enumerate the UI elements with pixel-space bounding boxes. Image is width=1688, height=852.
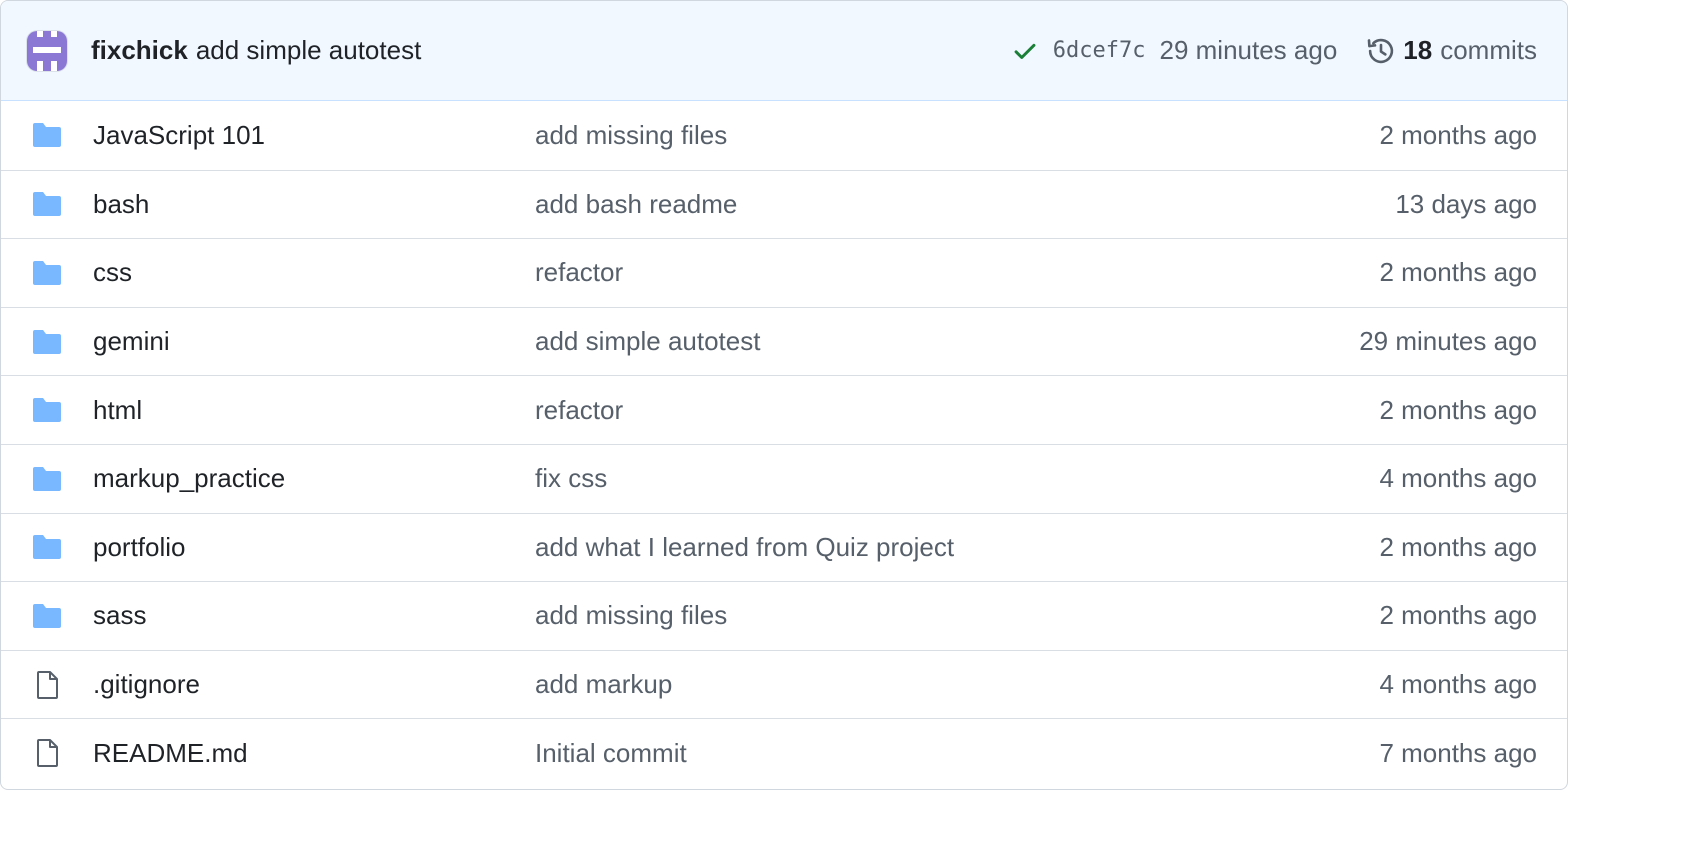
file-name[interactable]: sass [93,600,503,631]
file-commit-time: 7 months ago [1379,737,1537,768]
file-commit-time: 2 months ago [1379,257,1537,288]
file-commit-time: 2 months ago [1379,119,1537,150]
commit-time: 29 minutes ago [1159,35,1338,65]
file-row[interactable]: markup_practice fix css 4 months ago [1,443,1567,513]
file-commit-time: 4 months ago [1379,463,1537,494]
commit-message[interactable]: add simple autotest [196,35,421,66]
file-row[interactable]: JavaScript 101 add missing files 2 month… [1,101,1567,170]
file-commit-message[interactable]: refactor [535,395,623,426]
file-row[interactable]: .gitignore add markup 4 months ago [1,649,1567,719]
file-commit-time: 2 months ago [1379,531,1537,562]
commit-author[interactable]: fixchick [91,35,188,66]
folder-icon [31,600,63,632]
commit-sha[interactable]: 6dcef7c [1053,38,1146,63]
folder-icon [31,257,63,289]
author-avatar[interactable] [27,30,67,71]
file-commit-message[interactable]: Initial commit [535,738,687,769]
file-row[interactable]: bash add bash readme 13 days ago [1,169,1567,239]
file-commit-message[interactable]: add what I learned from Quiz project [535,532,954,563]
file-name[interactable]: README.md [93,738,503,769]
history-icon [1365,35,1397,67]
folder-icon [31,394,63,426]
file-name[interactable]: .gitignore [93,669,503,700]
file-commit-time: 13 days ago [1395,188,1537,219]
file-commit-message[interactable]: refactor [535,257,623,288]
folder-icon [31,119,63,151]
file-name[interactable]: css [93,257,503,288]
file-row[interactable]: portfolio add what I learned from Quiz p… [1,512,1567,582]
file-commit-message[interactable]: add missing files [535,600,727,631]
folder-icon [31,188,63,220]
file-name[interactable]: markup_practice [93,463,503,494]
file-row[interactable]: gemini add simple autotest 29 minutes ag… [1,306,1567,376]
folder-icon [31,463,63,495]
file-name[interactable]: gemini [93,326,503,357]
file-commit-time: 4 months ago [1379,669,1537,700]
file-icon [31,669,63,701]
file-commit-message[interactable]: add simple autotest [535,326,760,357]
check-icon[interactable] [1011,37,1039,65]
file-row[interactable]: README.md Initial commit 7 months ago [1,718,1567,787]
file-row[interactable]: sass add missing files 2 months ago [1,581,1567,650]
file-commit-time: 2 months ago [1379,394,1537,425]
file-name[interactable]: portfolio [93,532,503,563]
commits-count: 18 [1403,35,1433,65]
folder-icon [31,531,63,563]
folder-icon [31,326,63,358]
repository-file-browser: fixchick add simple autotest 6dcef7c 29 … [0,0,1568,790]
commits-label: commits [1440,35,1537,65]
file-name[interactable]: bash [93,189,503,220]
file-commit-time: 2 months ago [1379,600,1537,631]
file-list: JavaScript 101 add missing files 2 month… [1,101,1567,787]
file-icon [31,737,63,769]
file-commit-message[interactable]: fix css [535,463,607,494]
file-commit-message[interactable]: add missing files [535,120,727,151]
file-commit-message[interactable]: add markup [535,669,672,700]
file-commit-message[interactable]: add bash readme [535,189,737,220]
file-commit-time: 29 minutes ago [1359,326,1537,357]
latest-commit-bar: fixchick add simple autotest 6dcef7c 29 … [1,1,1567,101]
file-name[interactable]: html [93,395,503,426]
file-row[interactable]: css refactor 2 months ago [1,238,1567,307]
file-row[interactable]: html refactor 2 months ago [1,375,1567,444]
file-name[interactable]: JavaScript 101 [93,120,503,151]
commits-history-link[interactable]: 18 commits [1365,35,1537,67]
